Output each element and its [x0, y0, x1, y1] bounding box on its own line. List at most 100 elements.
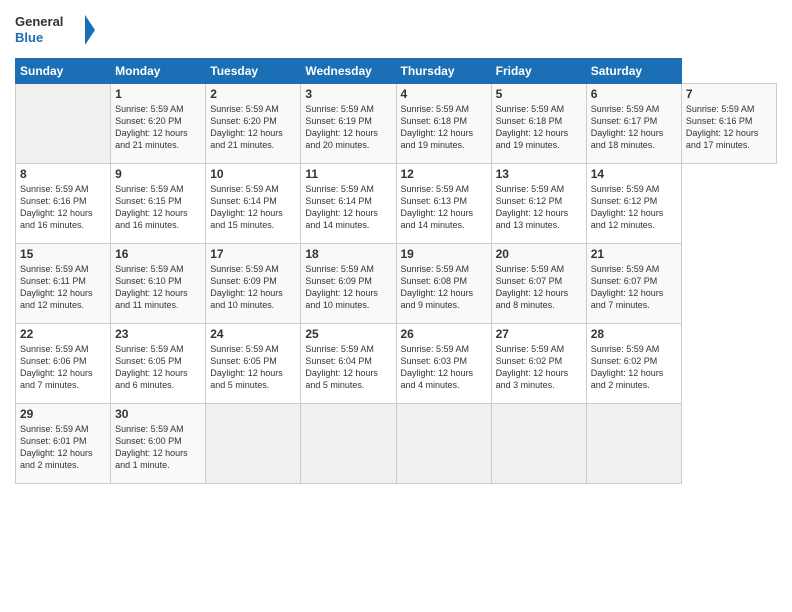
day-number: 4 [401, 87, 487, 101]
day-number: 10 [210, 167, 296, 181]
main-container: General Blue SundayMondayTuesdayWednesda… [0, 0, 792, 612]
logo-svg: General Blue [15, 10, 95, 50]
day-number: 13 [496, 167, 582, 181]
svg-text:Blue: Blue [15, 30, 43, 45]
weekday-header: Thursday [396, 59, 491, 84]
day-info: Sunrise: 5:59 AMSunset: 6:02 PMDaylight:… [496, 343, 582, 392]
calendar-cell: 21 Sunrise: 5:59 AMSunset: 6:07 PMDayligh… [586, 244, 681, 324]
day-number: 12 [401, 167, 487, 181]
weekday-header: Wednesday [301, 59, 396, 84]
day-number: 5 [496, 87, 582, 101]
day-info: Sunrise: 5:59 AMSunset: 6:06 PMDaylight:… [20, 343, 106, 392]
calendar-cell: 25 Sunrise: 5:59 AMSunset: 6:04 PMDayligh… [301, 324, 396, 404]
day-info: Sunrise: 5:59 AMSunset: 6:04 PMDaylight:… [305, 343, 391, 392]
day-number: 19 [401, 247, 487, 261]
day-info: Sunrise: 5:59 AMSunset: 6:16 PMDaylight:… [686, 103, 772, 152]
calendar-cell: 23Sunrise: 5:59 AMSunset: 6:05 PMDayligh… [111, 324, 206, 404]
day-info: Sunrise: 5:59 AMSunset: 6:09 PMDaylight:… [210, 263, 296, 312]
calendar-header: SundayMondayTuesdayWednesdayThursdayFrid… [16, 59, 777, 84]
calendar-cell: 5 Sunrise: 5:59 AMSunset: 6:18 PMDaylight… [491, 84, 586, 164]
weekday-header: Friday [491, 59, 586, 84]
day-number: 9 [115, 167, 201, 181]
calendar-cell: 12 Sunrise: 5:59 AMSunset: 6:13 PMDayligh… [396, 164, 491, 244]
calendar-cell: 1Sunrise: 5:59 AMSunset: 6:20 PMDaylight… [111, 84, 206, 164]
calendar-cell: 22 Sunrise: 5:59 AMSunset: 6:06 PMDayligh… [16, 324, 111, 404]
day-info: Sunrise: 5:59 AMSunset: 6:07 PMDaylight:… [496, 263, 582, 312]
day-info: Sunrise: 5:59 AMSunset: 6:13 PMDaylight:… [401, 183, 487, 232]
day-info: Sunrise: 5:59 AMSunset: 6:11 PMDaylight:… [20, 263, 106, 312]
calendar-cell: 3 Sunrise: 5:59 AMSunset: 6:19 PMDaylight… [301, 84, 396, 164]
day-number: 22 [20, 327, 106, 341]
calendar-cell: 17Sunrise: 5:59 AMSunset: 6:09 PMDayligh… [206, 244, 301, 324]
day-info: Sunrise: 5:59 AMSunset: 6:07 PMDaylight:… [591, 263, 677, 312]
day-number: 29 [20, 407, 106, 421]
day-number: 6 [591, 87, 677, 101]
day-number: 27 [496, 327, 582, 341]
calendar-cell: 30 Sunrise: 5:59 AMSunset: 6:00 PMDayligh… [111, 404, 206, 484]
weekday-header: Monday [111, 59, 206, 84]
day-number: 1 [115, 87, 201, 101]
calendar-cell: 6 Sunrise: 5:59 AMSunset: 6:17 PMDaylight… [586, 84, 681, 164]
calendar-table: SundayMondayTuesdayWednesdayThursdayFrid… [15, 58, 777, 484]
day-info: Sunrise: 5:59 AMSunset: 6:14 PMDaylight:… [210, 183, 296, 232]
day-info: Sunrise: 5:59 AMSunset: 6:00 PMDaylight:… [115, 423, 201, 472]
calendar-cell: 9Sunrise: 5:59 AMSunset: 6:15 PMDaylight… [111, 164, 206, 244]
calendar-cell [16, 84, 111, 164]
svg-text:General: General [15, 14, 63, 29]
calendar-cell [586, 404, 681, 484]
logo: General Blue [15, 10, 95, 50]
calendar-cell: 18 Sunrise: 5:59 AMSunset: 6:09 PMDayligh… [301, 244, 396, 324]
calendar-cell: 13 Sunrise: 5:59 AMSunset: 6:12 PMDayligh… [491, 164, 586, 244]
calendar-cell: 8 Sunrise: 5:59 AMSunset: 6:16 PMDaylight… [16, 164, 111, 244]
calendar-cell: 27 Sunrise: 5:59 AMSunset: 6:02 PMDayligh… [491, 324, 586, 404]
day-info: Sunrise: 5:59 AMSunset: 6:09 PMDaylight:… [305, 263, 391, 312]
day-info: Sunrise: 5:59 AMSunset: 6:03 PMDaylight:… [401, 343, 487, 392]
calendar-cell: 16 Sunrise: 5:59 AMSunset: 6:10 PMDayligh… [111, 244, 206, 324]
day-number: 3 [305, 87, 391, 101]
day-info: Sunrise: 5:59 AMSunset: 6:12 PMDaylight:… [496, 183, 582, 232]
day-number: 18 [305, 247, 391, 261]
day-info: Sunrise: 5:59 AMSunset: 6:14 PMDaylight:… [305, 183, 391, 232]
day-info: Sunrise: 5:59 AMSunset: 6:05 PMDaylight:… [210, 343, 296, 392]
day-number: 21 [591, 247, 677, 261]
day-number: 2 [210, 87, 296, 101]
day-info: Sunrise: 5:59 AMSunset: 6:17 PMDaylight:… [591, 103, 677, 152]
weekday-header: Tuesday [206, 59, 301, 84]
day-info: Sunrise: 5:59 AMSunset: 6:18 PMDaylight:… [496, 103, 582, 152]
calendar-cell: 15 Sunrise: 5:59 AMSunset: 6:11 PMDayligh… [16, 244, 111, 324]
calendar-cell: 29 Sunrise: 5:59 AMSunset: 6:01 PMDayligh… [16, 404, 111, 484]
calendar-cell [206, 404, 301, 484]
calendar-cell: 26 Sunrise: 5:59 AMSunset: 6:03 PMDayligh… [396, 324, 491, 404]
calendar-cell: 10 Sunrise: 5:59 AMSunset: 6:14 PMDayligh… [206, 164, 301, 244]
day-number: 8 [20, 167, 106, 181]
weekday-row: SundayMondayTuesdayWednesdayThursdayFrid… [16, 59, 777, 84]
day-info: Sunrise: 5:59 AMSunset: 6:01 PMDaylight:… [20, 423, 106, 472]
day-number: 11 [305, 167, 391, 181]
day-number: 26 [401, 327, 487, 341]
day-number: 15 [20, 247, 106, 261]
calendar-cell: 4 Sunrise: 5:59 AMSunset: 6:18 PMDaylight… [396, 84, 491, 164]
day-number: 20 [496, 247, 582, 261]
day-info: Sunrise: 5:59 AMSunset: 6:02 PMDaylight:… [591, 343, 677, 392]
calendar-body: 1 Sunrise: 5:59 AMSunset: 6:20 PMDaylight… [16, 84, 777, 484]
day-info: Sunrise: 5:59 AMSunset: 6:18 PMDaylight:… [401, 103, 487, 152]
day-number: 28 [591, 327, 677, 341]
calendar-cell: 2 Sunrise: 5:59 AMSunset: 6:20 PMDaylight… [206, 84, 301, 164]
calendar-cell: 7 Sunrise: 5:59 AMSunset: 6:16 PMDaylight… [681, 84, 776, 164]
day-number: 16 [115, 247, 201, 261]
calendar-cell: 11 Sunrise: 5:59 AMSunset: 6:14 PMDayligh… [301, 164, 396, 244]
day-number: 25 [305, 327, 391, 341]
calendar-cell: 28 Sunrise: 5:59 AMSunset: 6:02 PMDayligh… [586, 324, 681, 404]
day-info: Sunrise: 5:59 AMSunset: 6:19 PMDaylight:… [305, 103, 391, 152]
calendar-cell [301, 404, 396, 484]
day-info: Sunrise: 5:59 AMSunset: 6:16 PMDaylight:… [20, 183, 106, 232]
calendar-cell: 14Sunrise: 5:59 AMSunset: 6:12 PMDayligh… [586, 164, 681, 244]
day-info: Sunrise: 5:59 AMSunset: 6:08 PMDaylight:… [401, 263, 487, 312]
day-info: Sunrise: 5:59 AMSunset: 6:05 PMDaylight:… [115, 343, 201, 392]
calendar-cell: 20 Sunrise: 5:59 AMSunset: 6:07 PMDayligh… [491, 244, 586, 324]
day-number: 7 [686, 87, 772, 101]
day-info: Sunrise: 5:59 AMSunset: 6:20 PMDaylight:… [210, 103, 296, 152]
calendar-cell [396, 404, 491, 484]
day-number: 30 [115, 407, 201, 421]
day-info: Sunrise: 5:59 AMSunset: 6:10 PMDaylight:… [115, 263, 201, 312]
